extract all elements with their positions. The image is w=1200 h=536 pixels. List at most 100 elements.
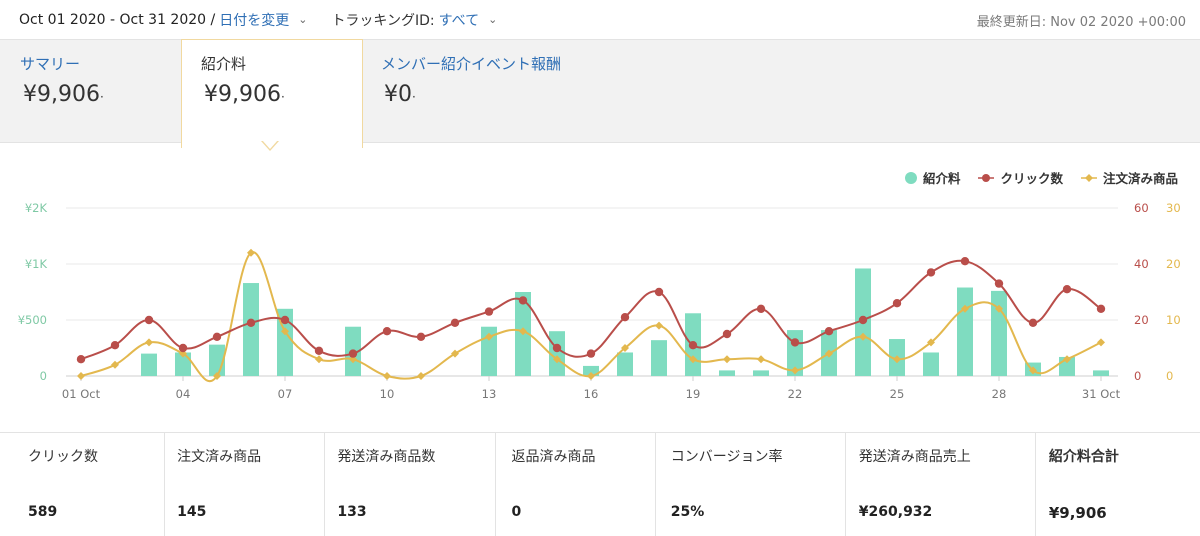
point-clicks — [960, 257, 970, 266]
point-clicks — [858, 315, 868, 325]
point-clicks — [790, 338, 800, 347]
date-range: Oct 01 2020 - Oct 31 2020 / — [19, 11, 216, 28]
chevron-down-icon[interactable]: ⌄ — [488, 13, 497, 26]
x-tick-label: 19 — [686, 387, 701, 401]
bar — [243, 283, 259, 376]
stat-ordered-items: 注文済み商品 145 — [165, 433, 326, 536]
point-orders — [315, 355, 323, 364]
y-tick-left: 0 — [40, 369, 47, 383]
point-clicks — [484, 307, 494, 316]
point-clicks — [620, 313, 630, 322]
point-clicks — [314, 346, 324, 355]
point-clicks — [348, 349, 358, 358]
point-clicks — [1062, 285, 1072, 294]
x-tick-label: 16 — [584, 387, 599, 401]
bar — [957, 287, 973, 376]
point-clicks — [722, 329, 732, 339]
y-tick-left: ¥2K — [25, 201, 48, 215]
tab-summary-label: サマリー — [20, 55, 81, 73]
point-clicks — [756, 304, 766, 313]
point-orders — [77, 372, 85, 380]
y-tick-right-orders: 30 — [1166, 201, 1181, 215]
stats-row: クリック数 589 注文済み商品 145 発送済み商品数 133 返品済み商品 … — [0, 432, 1200, 536]
point-orders — [111, 360, 119, 369]
y-tick-right-clicks: 0 — [1134, 369, 1141, 383]
x-tick-label: 28 — [992, 387, 1007, 401]
point-clicks — [552, 343, 562, 353]
y-tick-left: ¥500 — [18, 313, 47, 327]
point-clicks — [212, 332, 222, 341]
x-tick-label: 04 — [176, 387, 191, 401]
bar — [1093, 370, 1109, 376]
change-date-link[interactable]: 日付を変更 — [219, 10, 289, 30]
stat-clicks: クリック数 589 — [0, 433, 166, 536]
bar — [617, 352, 633, 376]
point-clicks — [450, 318, 460, 327]
stat-total-referral-fee: 紹介料合計 ¥9,906 — [1048, 449, 1119, 522]
x-tick-label: 01 Oct — [62, 387, 101, 401]
y-tick-right-clicks: 20 — [1134, 313, 1149, 327]
tab-member-event-label: メンバー紹介イベント報酬 — [381, 55, 562, 73]
bar — [719, 370, 735, 376]
point-orders — [145, 338, 153, 347]
point-clicks — [1096, 304, 1106, 313]
y-tick-right-clicks: 40 — [1134, 257, 1149, 271]
point-clicks — [76, 355, 86, 364]
tracking-label: トラッキングID: — [331, 12, 435, 29]
point-clicks — [688, 341, 698, 350]
earnings-chart: 0 ¥500 ¥1K ¥2K 0 20 40 60 0 10 20 30 01 Oct 04 07 10 13 1… — [18, 201, 1181, 401]
tab-referral-fee-value: ¥9,906· — [204, 82, 285, 107]
tab-member-event[interactable]: メンバー紹介イベント報酬 ¥0· — [381, 40, 641, 142]
point-clicks — [1028, 318, 1038, 327]
point-clicks — [892, 299, 902, 308]
tracking-id-dropdown[interactable]: すべて — [439, 10, 479, 30]
stat-returned-items: 返品済み商品 0 — [496, 433, 656, 536]
bar — [923, 352, 939, 376]
stat-conversion-rate: コンバージョン率 25% — [656, 433, 846, 536]
point-clicks — [518, 296, 528, 305]
y-tick-right-orders: 10 — [1166, 313, 1181, 327]
tab-referral-fee[interactable]: 紹介料 ¥9,906· — [181, 39, 363, 148]
point-clicks — [824, 327, 834, 336]
point-orders — [723, 355, 731, 364]
series-line-orders — [80, 251, 1102, 383]
y-tick-right-orders: 0 — [1166, 369, 1173, 383]
bar — [141, 353, 157, 376]
summary-tabs: サマリー ¥9,906· 紹介料 ¥9,906· メンバー紹介イベント報酬 ¥0… — [0, 39, 1200, 148]
tab-referral-fee-label: 紹介料 — [201, 55, 247, 73]
point-clicks — [926, 268, 936, 277]
point-clicks — [586, 349, 596, 358]
point-clicks — [382, 327, 392, 336]
point-orders — [383, 372, 391, 380]
stat-shipped-items: 発送済み商品数 133 — [325, 433, 496, 536]
y-tick-right-clicks: 60 — [1134, 201, 1149, 215]
point-clicks — [178, 343, 188, 353]
chevron-down-icon[interactable]: ⌄ — [298, 13, 307, 26]
bar — [651, 340, 667, 376]
tab-summary-value: ¥9,906· — [23, 82, 104, 107]
y-tick-right-orders: 20 — [1166, 257, 1181, 271]
x-tick-label: 31 Oct — [1082, 387, 1121, 401]
last-updated: 最終更新日: Nov 02 2020 +00:00 — [976, 15, 1186, 30]
x-tick-label: 13 — [482, 387, 497, 401]
bar — [753, 370, 769, 376]
point-orders — [757, 355, 765, 364]
point-orders — [655, 321, 663, 330]
point-orders — [1097, 338, 1105, 347]
tab-summary[interactable]: サマリー ¥9,906· — [20, 40, 170, 142]
x-tick-label: 07 — [278, 387, 293, 401]
point-clicks — [144, 315, 154, 325]
y-tick-left: ¥1K — [25, 257, 48, 271]
x-tick-label: 22 — [788, 387, 803, 401]
x-tick-label: 25 — [890, 387, 905, 401]
top-bar: Oct 01 2020 - Oct 31 2020 / 日付を変更 ⌄ トラッキ… — [0, 0, 1200, 39]
point-clicks — [994, 279, 1004, 288]
point-clicks — [246, 318, 256, 327]
point-clicks — [416, 332, 426, 341]
point-orders — [417, 372, 425, 380]
point-clicks — [280, 315, 290, 325]
stat-shipped-sales: 発送済み商品売上 ¥260,932 — [846, 433, 1036, 536]
point-clicks — [654, 287, 664, 297]
tab-member-event-value: ¥0· — [384, 82, 416, 107]
x-tick-label: 10 — [380, 387, 395, 401]
